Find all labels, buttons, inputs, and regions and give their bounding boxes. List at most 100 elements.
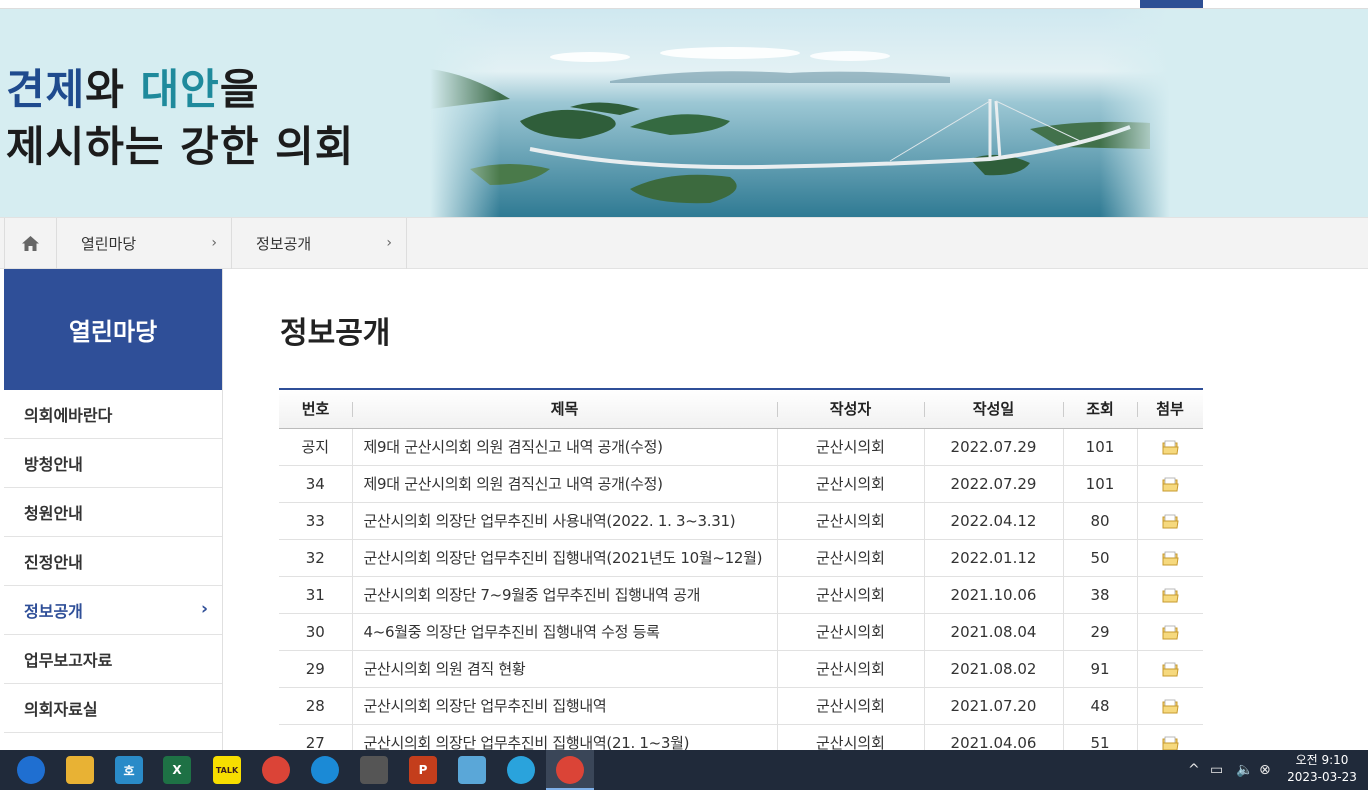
sidebar-item-info-disclosure[interactable]: 정보공개 › bbox=[4, 586, 222, 635]
file-icon[interactable] bbox=[1162, 736, 1179, 751]
cell-attachment bbox=[1136, 576, 1203, 614]
cell-number: 28 bbox=[279, 687, 352, 725]
top-accent-tab[interactable] bbox=[1140, 0, 1203, 8]
cell-number: 31 bbox=[279, 576, 352, 614]
cell-views: 38 bbox=[1062, 576, 1137, 614]
cell-views: 101 bbox=[1062, 465, 1137, 503]
chrome-icon[interactable] bbox=[262, 756, 290, 784]
file-icon[interactable] bbox=[1162, 477, 1179, 492]
slogan-particle-2: 을 bbox=[219, 65, 260, 114]
column-header-author: 작성자 bbox=[777, 388, 924, 429]
cell-title[interactable]: 4~6월중 의장단 업무추진비 집행내역 수정 등록 bbox=[351, 613, 777, 651]
sidebar-nav: 열린마당 의회에바란다 방청안내 청원안내 진정안내 정보공개 › 업무보고자료 … bbox=[4, 269, 223, 750]
table-row[interactable]: 30 4~6월중 의장단 업무추진비 집행내역 수정 등록 군산시의회 2021.08… bbox=[279, 613, 1203, 651]
notepad-icon[interactable] bbox=[458, 756, 486, 784]
cell-author: 군산시의회 bbox=[776, 576, 924, 614]
cell-title[interactable]: 군산시의회 의장단 업무추진비 사용내역(2022. 1. 3~3.31) bbox=[351, 502, 777, 540]
pin-app-icon[interactable] bbox=[17, 756, 45, 784]
table-row[interactable]: 공지 제9대 군산시의회 의원 겸직신고 내역 공개(수정) 군산시의회 2022.0… bbox=[279, 428, 1203, 466]
cell-title[interactable]: 제9대 군산시의회 의원 겸직신고 내역 공개(수정) bbox=[351, 428, 777, 466]
sidebar-item-label: 업무보고자료 bbox=[24, 651, 113, 670]
cell-author: 군산시의회 bbox=[776, 650, 924, 688]
cell-date: 2022.07.29 bbox=[923, 465, 1063, 503]
cell-title[interactable]: 군산시의회 의장단 업무추진비 집행내역(2021년도 10월~12월) bbox=[351, 539, 777, 577]
telegram-icon[interactable] bbox=[507, 756, 535, 784]
screen-capture-icon[interactable] bbox=[360, 756, 388, 784]
sidebar-item-requests[interactable]: 의회에바란다 bbox=[4, 390, 222, 439]
network-icon[interactable]: ▭ bbox=[1210, 750, 1223, 790]
sidebar-item-label: 진정안내 bbox=[24, 553, 83, 572]
cell-date: 2021.07.20 bbox=[923, 687, 1063, 725]
file-icon[interactable] bbox=[1162, 625, 1179, 640]
cell-attachment bbox=[1136, 502, 1203, 540]
cell-views: 91 bbox=[1062, 650, 1137, 688]
file-icon[interactable] bbox=[1162, 699, 1179, 714]
file-explorer-icon[interactable] bbox=[66, 756, 94, 784]
breadcrumb-label: 정보공개 bbox=[256, 235, 312, 253]
cell-attachment bbox=[1136, 539, 1203, 577]
page-title: 정보공개 bbox=[280, 316, 391, 351]
breadcrumb-item-info-disclosure[interactable]: 정보공개 › bbox=[232, 218, 407, 269]
cell-title[interactable]: 군산시의회 의장단 7~9월중 업무추진비 집행내역 공개 bbox=[351, 576, 777, 614]
cell-date: 2022.07.29 bbox=[923, 428, 1063, 466]
chevron-right-icon: › bbox=[386, 235, 392, 251]
file-icon[interactable] bbox=[1162, 662, 1179, 677]
breadcrumb-home-button[interactable] bbox=[4, 218, 57, 269]
sidebar-item-petition[interactable]: 청원안내 bbox=[4, 488, 222, 537]
slogan-word-alternative: 대안 bbox=[140, 65, 220, 114]
excel-icon[interactable]: X bbox=[163, 756, 191, 784]
cell-author: 군산시의회 bbox=[776, 613, 924, 651]
cell-author: 군산시의회 bbox=[776, 428, 924, 466]
slogan-particle-1: 와 bbox=[85, 65, 141, 114]
chrome-active-icon[interactable] bbox=[556, 756, 584, 784]
system-clock[interactable]: 오전 9:10 2023-03-23 bbox=[1280, 752, 1364, 786]
sidebar-item-work-reports[interactable]: 업무보고자료 bbox=[4, 635, 222, 684]
sidebar-item-attendance[interactable]: 방청안내 bbox=[4, 439, 222, 488]
cell-number: 공지 bbox=[279, 428, 352, 466]
cell-attachment bbox=[1136, 613, 1203, 651]
column-header-number: 번호 bbox=[279, 388, 352, 429]
cell-attachment bbox=[1136, 650, 1203, 688]
cell-date: 2021.10.06 bbox=[923, 576, 1063, 614]
breadcrumb-item-open-forum[interactable]: 열린마당 › bbox=[57, 218, 232, 269]
cell-title[interactable]: 제9대 군산시의회 의원 겸직신고 내역 공개(수정) bbox=[351, 465, 777, 503]
file-icon[interactable] bbox=[1162, 440, 1179, 455]
hwp-icon[interactable]: 호 bbox=[115, 756, 143, 784]
board-table: 번호 제목 작성자 작성일 조회 첨부 공지 제9대 군산시의회 의원 겸직신고 … bbox=[279, 388, 1203, 762]
cell-title[interactable]: 군산시의회 의장단 업무추진비 집행내역 bbox=[351, 687, 777, 725]
column-header-attachment: 첨부 bbox=[1137, 388, 1203, 429]
cell-views: 50 bbox=[1062, 539, 1137, 577]
table-row[interactable]: 33 군산시의회 의장단 업무추진비 사용내역(2022. 1. 3~3.31) 군… bbox=[279, 502, 1203, 540]
table-row[interactable]: 31 군산시의회 의장단 7~9월중 업무추진비 집행내역 공개 군산시의회 2021… bbox=[279, 576, 1203, 614]
slogan-word-check: 견제 bbox=[6, 65, 86, 114]
cell-author: 군산시의회 bbox=[776, 687, 924, 725]
file-icon[interactable] bbox=[1162, 588, 1179, 603]
table-row[interactable]: 28 군산시의회 의장단 업무추진비 집행내역 군산시의회 2021.07.20 48 bbox=[279, 687, 1203, 725]
sidebar-item-appeal[interactable]: 진정안내 bbox=[4, 537, 222, 586]
cell-views: 101 bbox=[1062, 428, 1137, 466]
banner-slogan: 견제와 대안을 제시하는 강한 의회 bbox=[6, 61, 354, 175]
cell-date: 2022.01.12 bbox=[923, 539, 1063, 577]
file-icon[interactable] bbox=[1162, 514, 1179, 529]
kakaotalk-icon[interactable]: TALK bbox=[213, 756, 241, 784]
cell-title[interactable]: 군산시의회 의원 겸직 현황 bbox=[351, 650, 777, 688]
cell-number: 32 bbox=[279, 539, 352, 577]
table-row[interactable]: 34 제9대 군산시의회 의원 겸직신고 내역 공개(수정) 군산시의회 2022.0… bbox=[279, 465, 1203, 503]
cell-date: 2022.04.12 bbox=[923, 502, 1063, 540]
cell-number: 30 bbox=[279, 613, 352, 651]
powerpoint-icon[interactable]: P bbox=[409, 756, 437, 784]
top-strip bbox=[0, 0, 1368, 9]
clock-time: 오전 9:10 bbox=[1295, 753, 1349, 767]
sidebar-item-archive[interactable]: 의회자료실 bbox=[4, 684, 222, 733]
edge-icon[interactable] bbox=[311, 756, 339, 784]
table-row[interactable]: 32 군산시의회 의장단 업무추진비 집행내역(2021년도 10월~12월) 군산… bbox=[279, 539, 1203, 577]
volume-icon[interactable]: 🔈 bbox=[1236, 750, 1253, 790]
header-banner: 견제와 대안을 제시하는 강한 의회 bbox=[0, 9, 1368, 217]
table-row[interactable]: 29 군산시의회 의원 겸직 현황 군산시의회 2021.08.02 91 bbox=[279, 650, 1203, 688]
clock-date: 2023-03-23 bbox=[1287, 770, 1357, 784]
file-icon[interactable] bbox=[1162, 551, 1179, 566]
breadcrumb-label: 열린마당 bbox=[81, 235, 137, 253]
tray-overflow-chevron-icon[interactable]: ^ bbox=[1188, 750, 1200, 790]
bridge-seascape-photo bbox=[430, 9, 1170, 217]
notification-close-icon[interactable]: ⊗ bbox=[1259, 750, 1271, 790]
